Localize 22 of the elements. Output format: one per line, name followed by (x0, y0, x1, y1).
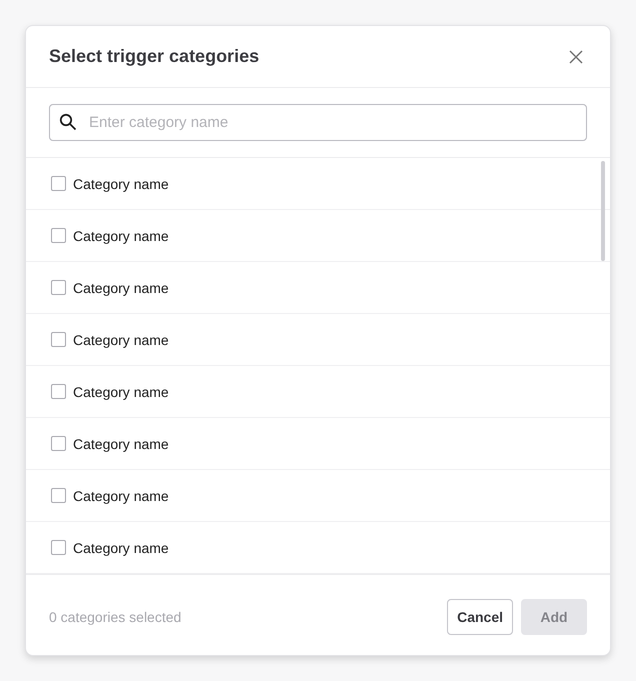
category-label[interactable]: Category name (73, 540, 169, 556)
checkbox[interactable] (51, 488, 66, 503)
category-label[interactable]: Category name (73, 436, 169, 452)
cancel-button[interactable]: Cancel (447, 598, 513, 634)
category-label[interactable]: Category name (73, 384, 169, 400)
checkbox[interactable] (51, 332, 66, 347)
dialog-title: Select trigger categories (49, 46, 260, 67)
checkbox[interactable] (51, 228, 66, 243)
search-field[interactable]: Enter category name (49, 104, 587, 141)
category-label[interactable]: Category name (73, 332, 169, 348)
category-label[interactable]: Category name (73, 488, 169, 504)
checkbox[interactable] (51, 540, 66, 555)
checkbox[interactable] (51, 384, 66, 399)
selection-count: 0 categories selected (49, 608, 182, 624)
checkbox[interactable] (51, 436, 66, 451)
category-label[interactable]: Category name (73, 176, 169, 192)
category-label[interactable]: Category name (73, 228, 169, 244)
checkbox[interactable] (51, 280, 66, 295)
scrollbar-thumb[interactable] (601, 161, 605, 261)
checkbox[interactable] (51, 176, 66, 191)
category-label[interactable]: Category name (73, 280, 169, 296)
close-icon[interactable] (569, 50, 583, 64)
